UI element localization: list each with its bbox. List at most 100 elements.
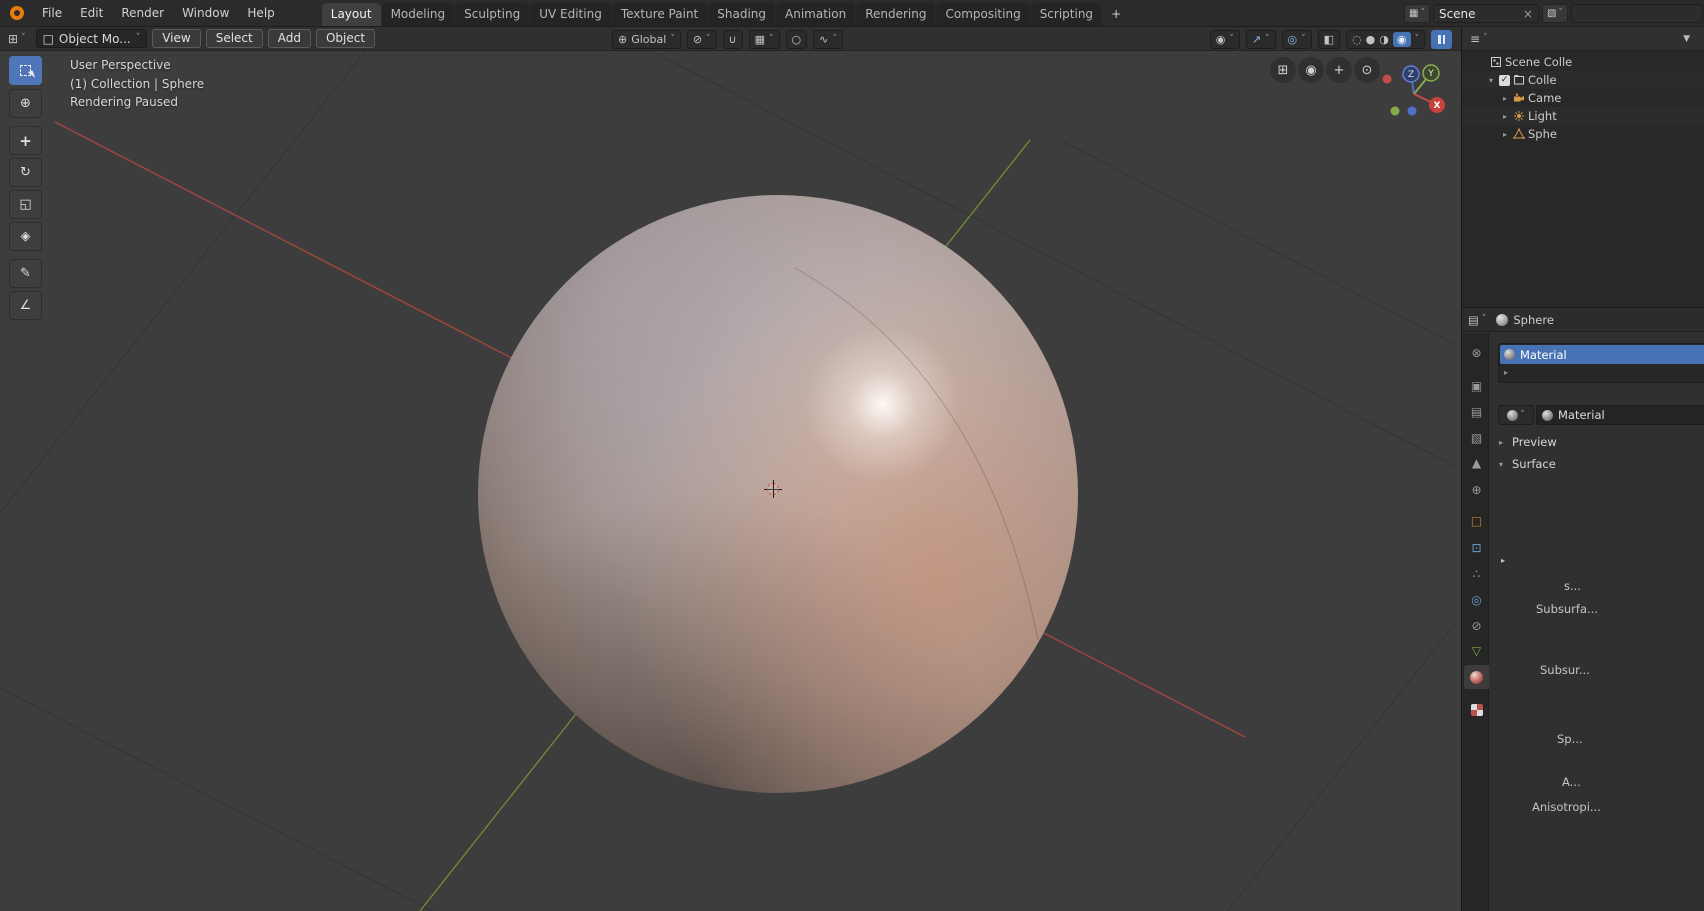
- show-gizmo-toggle[interactable]: ↗ ˅: [1246, 30, 1276, 49]
- disclosure-down-icon[interactable]: ▾: [1486, 76, 1496, 85]
- tab-sculpting[interactable]: Sculpting: [455, 3, 529, 26]
- material-slot-row[interactable]: Material: [1500, 345, 1704, 364]
- select-box-tool[interactable]: [9, 56, 42, 85]
- tab-constraints[interactable]: ⊘: [1464, 614, 1489, 638]
- cursor-tool[interactable]: ⊕: [9, 89, 42, 118]
- material-name-field[interactable]: Material: [1536, 405, 1704, 425]
- tab-layout[interactable]: Layout: [322, 3, 381, 26]
- surface-panel-header[interactable]: ▾ Surface: [1496, 457, 1556, 471]
- tab-world[interactable]: ⊕: [1464, 478, 1489, 502]
- outliner-row-scene-collection[interactable]: Scene Colle: [1462, 53, 1704, 71]
- tab-texture[interactable]: [1464, 698, 1489, 722]
- shading-rendered-button[interactable]: ◉: [1393, 32, 1411, 47]
- menu-edit[interactable]: Edit: [71, 6, 112, 20]
- scene-browse-button[interactable]: ▦ ˅: [1404, 4, 1430, 23]
- tab-modeling[interactable]: Modeling: [382, 3, 455, 26]
- browse-material-button[interactable]: ˅: [1498, 405, 1534, 425]
- tab-scene[interactable]: ▲: [1464, 451, 1489, 475]
- material-slot-name: Material: [1520, 348, 1567, 362]
- xray-toggle[interactable]: ◧: [1318, 30, 1340, 49]
- show-overlays-toggle[interactable]: ◎ ˅: [1282, 30, 1312, 49]
- tab-object[interactable]: □: [1464, 509, 1489, 533]
- tab-shading[interactable]: Shading: [708, 3, 775, 26]
- orientation-dropdown[interactable]: ⊕ Global ˅: [612, 30, 681, 49]
- snap-icon: ▦: [755, 33, 765, 46]
- filter-funnel-icon[interactable]: ▼: [1683, 34, 1690, 44]
- nav-camera-button[interactable]: ◉: [1298, 57, 1324, 83]
- add-workspace-button[interactable]: +: [1103, 3, 1129, 26]
- menu-window[interactable]: Window: [173, 6, 238, 20]
- outliner-row-camera[interactable]: ▸ Came: [1462, 89, 1704, 107]
- disclosure-right-icon[interactable]: ▸: [1500, 94, 1510, 103]
- tab-texture-paint[interactable]: Texture Paint: [612, 3, 707, 26]
- rotate-tool[interactable]: ↻: [9, 158, 42, 187]
- view-layer-browse-button[interactable]: ▧ ˅: [1542, 4, 1568, 23]
- tab-scripting[interactable]: Scripting: [1031, 3, 1102, 26]
- scene-name-field[interactable]: Scene ×: [1433, 4, 1539, 23]
- menu-file[interactable]: File: [33, 6, 71, 20]
- tab-modifiers[interactable]: ⊡: [1464, 536, 1489, 560]
- measure-tool[interactable]: ∠: [9, 291, 42, 320]
- disclosure-right-icon[interactable]: ▸: [1500, 112, 1510, 121]
- outliner-row-sphere[interactable]: ▸ Sphe: [1462, 125, 1704, 143]
- tab-tool[interactable]: ⊗: [1464, 341, 1489, 365]
- blender-logo-icon[interactable]: [10, 6, 24, 20]
- nav-pan-button[interactable]: +: [1326, 57, 1352, 83]
- anisotropic-label: Anisotropi...: [1532, 800, 1601, 814]
- pivot-dropdown[interactable]: ⊘ ˅: [687, 30, 717, 49]
- transform-tool[interactable]: ◈: [9, 222, 42, 251]
- node-collapsed-icon[interactable]: ▸: [1498, 556, 1508, 565]
- slot-expand-icon[interactable]: ▸: [1504, 368, 1508, 377]
- scene-unlink-icon[interactable]: ×: [1523, 7, 1533, 21]
- preview-panel-header[interactable]: ▸ Preview: [1496, 435, 1557, 449]
- tab-uv-editing[interactable]: UV Editing: [530, 3, 611, 26]
- viewport-editor-icon: ⊞: [8, 32, 18, 46]
- axis-x-label: X: [1434, 101, 1441, 111]
- breadcrumb-object-name: Sphere: [1513, 313, 1554, 327]
- shading-solid-button[interactable]: ●: [1366, 33, 1376, 46]
- annotate-tool[interactable]: ✎: [9, 259, 42, 288]
- editor-type-button[interactable]: ⊞ ˅: [8, 32, 26, 46]
- menu-add[interactable]: Add: [268, 29, 311, 48]
- tab-rendering[interactable]: Rendering: [856, 3, 935, 26]
- axis-gizmo[interactable]: Z Y X: [1378, 54, 1452, 128]
- render-pause-button[interactable]: [1431, 30, 1452, 49]
- shading-wireframe-button[interactable]: ◌: [1352, 33, 1362, 46]
- outliner-row-light[interactable]: ▸ Light: [1462, 107, 1704, 125]
- tab-animation[interactable]: Animation: [776, 3, 855, 26]
- menu-render[interactable]: Render: [112, 6, 173, 20]
- collection-checkbox[interactable]: ✓: [1499, 75, 1510, 86]
- snap-dropdown[interactable]: ▦ ˅: [749, 30, 780, 49]
- menu-object[interactable]: Object: [316, 29, 375, 48]
- menu-view[interactable]: View: [152, 29, 200, 48]
- tab-physics[interactable]: ◎: [1464, 588, 1489, 612]
- tab-particles[interactable]: ∴: [1464, 562, 1489, 586]
- move-tool[interactable]: +: [9, 126, 42, 155]
- menu-help[interactable]: Help: [238, 6, 283, 20]
- tab-material[interactable]: [1464, 665, 1489, 689]
- outliner-editor-icon[interactable]: ≡: [1470, 32, 1480, 46]
- proportional-toggle[interactable]: ○: [786, 30, 808, 49]
- nav-zoom-button[interactable]: ⊙: [1354, 57, 1380, 83]
- nav-grid-button[interactable]: ⊞: [1270, 57, 1296, 83]
- view-layer-field[interactable]: [1571, 4, 1703, 23]
- falloff-dropdown[interactable]: ∿ ˅: [813, 30, 843, 49]
- shading-material-button[interactable]: ◑: [1379, 33, 1389, 46]
- menu-select[interactable]: Select: [206, 29, 263, 48]
- disclosure-right-icon[interactable]: ▸: [1500, 130, 1510, 139]
- breadcrumb[interactable]: Sphere: [1496, 313, 1554, 327]
- scale-tool[interactable]: ◱: [9, 190, 42, 219]
- tab-output[interactable]: ▤: [1464, 400, 1489, 424]
- axis-neg-x-ball: [1383, 75, 1392, 84]
- tab-render[interactable]: ▣: [1464, 374, 1489, 398]
- outliner-row-collection[interactable]: ▾ ✓ Colle: [1462, 71, 1704, 89]
- preview-panel-label: Preview: [1512, 435, 1557, 449]
- caret-icon: ˅: [1420, 9, 1425, 18]
- snap-toggle[interactable]: ∪: [723, 30, 743, 49]
- properties-editor-button[interactable]: ▤ ˅: [1468, 313, 1486, 327]
- tab-compositing[interactable]: Compositing: [936, 3, 1029, 26]
- tab-object-data[interactable]: ▽: [1464, 639, 1489, 663]
- mode-selector[interactable]: □ Object Mo... ˅: [36, 29, 148, 48]
- visibility-dropdown[interactable]: ◉ ˅: [1210, 30, 1240, 49]
- tab-view-layer[interactable]: ▧: [1464, 426, 1489, 450]
